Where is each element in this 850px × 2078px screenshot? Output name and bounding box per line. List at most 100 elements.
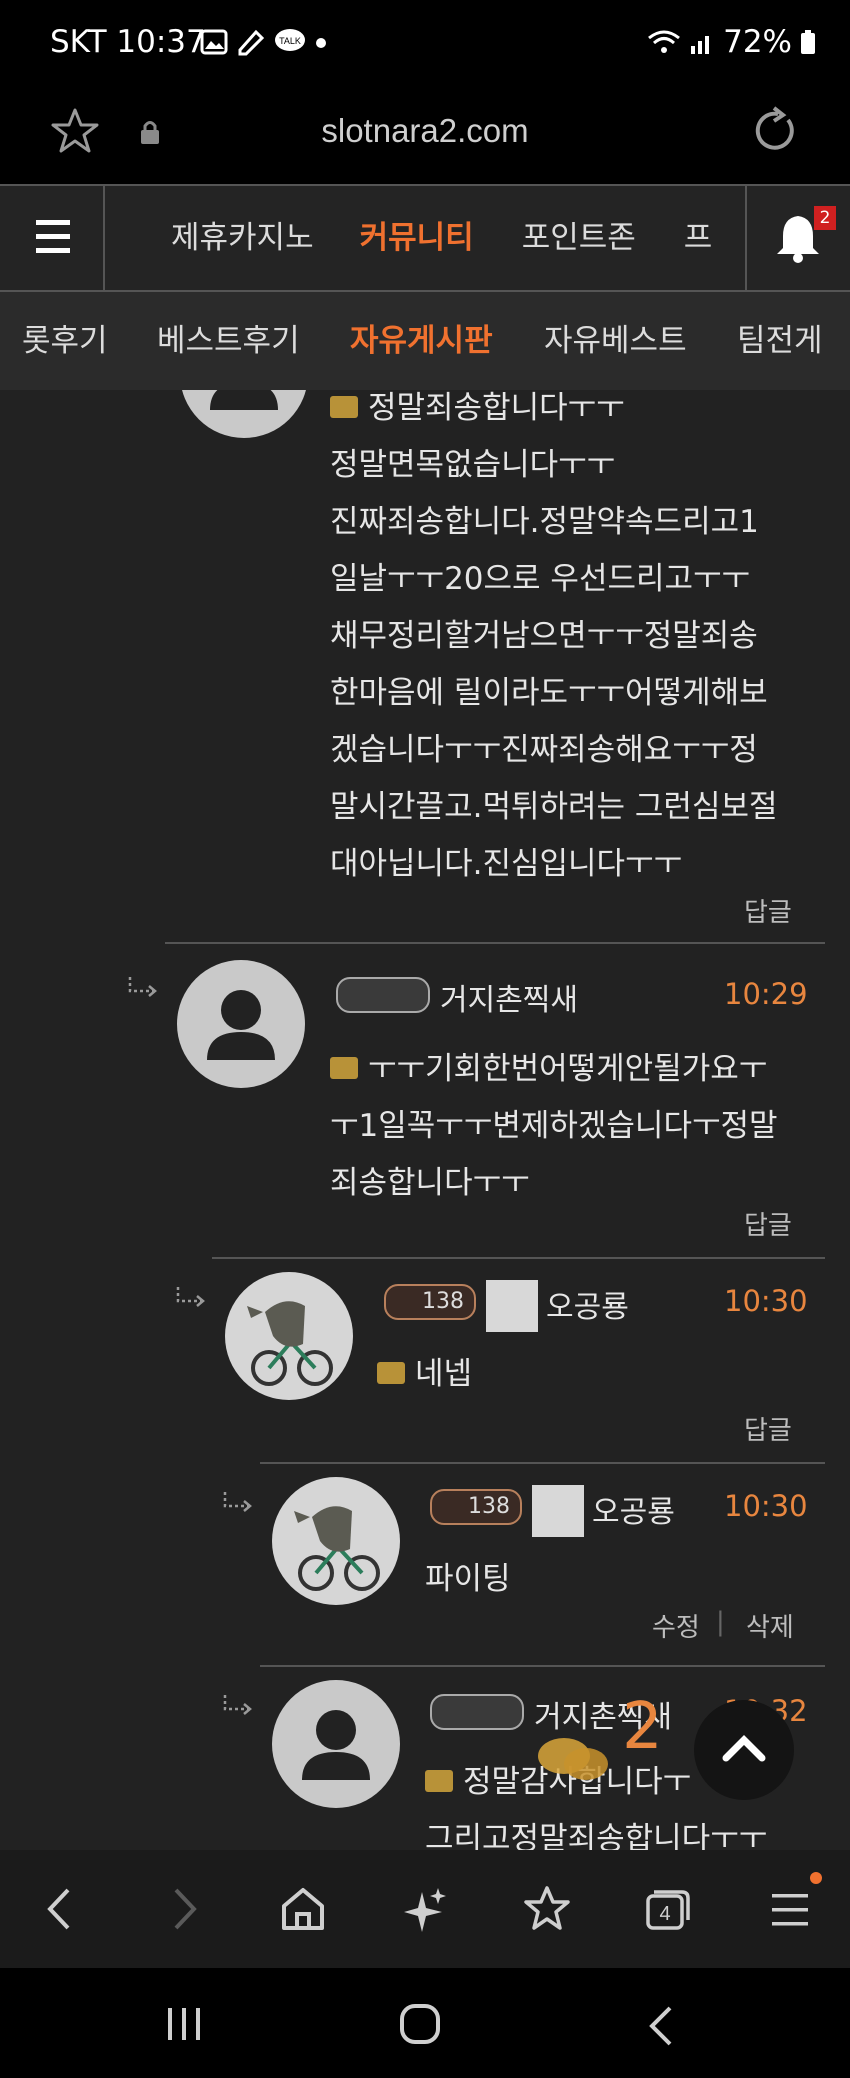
reply-arrow-icon xyxy=(223,1492,252,1512)
level-badge xyxy=(336,977,430,1013)
comment-item: 138 오공룡 10:30 파이팅 수정 | 삭제 xyxy=(0,1465,850,1665)
comment-item: 정말죄송합니다ㅜㅜ 정말면목없습니다ㅜㅜ 진짜죄송합니다.정말약속드리고1 일날… xyxy=(0,390,850,950)
secret-lock-icon xyxy=(425,1769,453,1792)
comment-line: 말시간끌고.먹튀하려는 그런심보절 xyxy=(330,789,778,825)
nav-item-point-zone[interactable]: 포인트존 xyxy=(522,186,636,290)
forward-icon[interactable] xyxy=(164,1884,204,1934)
default-user-icon xyxy=(210,390,278,410)
menu-alert-dot-icon xyxy=(810,1872,822,1884)
battery-icon xyxy=(801,30,815,54)
comment-line: 정말면목없습니다ㅜㅜ xyxy=(330,447,616,483)
recent-apps-icon[interactable] xyxy=(162,2004,206,2044)
comment-count[interactable]: 2 xyxy=(622,1690,663,1764)
status-right: 72% xyxy=(647,24,816,60)
battery-percent: 72% xyxy=(723,24,792,60)
nav-item-community[interactable]: 커뮤니티 xyxy=(360,186,474,290)
tab-slot-review[interactable]: 롯후기 xyxy=(22,292,108,390)
reply-arrow-icon xyxy=(128,977,157,997)
reply-arrow-icon xyxy=(223,1695,252,1715)
comment-time: 10:30 xyxy=(724,1489,808,1523)
comment-line: 파이팅 xyxy=(425,1561,511,1597)
comment-line: 채무정리할거남으면ㅜㅜ정말죄송 xyxy=(330,618,758,654)
user-icon-thumbnail xyxy=(532,1485,584,1537)
bookmarks-icon[interactable] xyxy=(522,1884,572,1934)
site-nav: 제휴카지노 커뮤니티 포인트존 프 2 xyxy=(0,184,850,292)
default-user-icon xyxy=(207,990,275,1060)
status-notification-icons: TALK xyxy=(200,28,328,56)
scroll-top-button[interactable] xyxy=(694,1700,794,1800)
browser-toolbar: 4 xyxy=(0,1850,850,1968)
status-bar: SKT 10:37 TALK 72% xyxy=(0,0,850,88)
svg-text:TALK: TALK xyxy=(279,36,301,46)
tab-best-review[interactable]: 베스트후기 xyxy=(157,292,300,390)
home-icon[interactable] xyxy=(280,1884,326,1934)
reply-button[interactable]: 답글 xyxy=(744,1410,792,1447)
comment-line: 한마음에 릴이라도ㅜㅜ어떻게해보 xyxy=(330,675,768,711)
secret-lock-icon xyxy=(330,395,358,418)
menu-icon[interactable] xyxy=(768,1884,812,1934)
comment-author[interactable]: 오공룡 xyxy=(546,1282,629,1326)
status-time: SKT 10:37 xyxy=(50,24,206,60)
wifi-icon xyxy=(648,30,681,53)
reply-button[interactable]: 답글 xyxy=(744,1205,792,1242)
comment-line: 대아닙니다.진심입니다ㅜㅜ xyxy=(330,846,683,882)
comment-line: 그리고정말죄송합니다ㅜㅜ xyxy=(425,1821,768,1850)
tab-free-best[interactable]: 자유베스트 xyxy=(544,292,687,390)
system-back-icon[interactable] xyxy=(642,2004,682,2048)
comment-body: 정말죄송합니다ㅜㅜ 정말면목없습니다ㅜㅜ 진짜죄송합니다.정말약속드리고1 일날… xyxy=(330,390,778,893)
avatar xyxy=(225,1272,353,1400)
url-bar: slotnara2.com xyxy=(0,88,850,184)
reply-button[interactable]: 답글 xyxy=(744,892,792,929)
comment-line: ㅜ1일꼭ㅜㅜ변제하겠습니다ㅜ정말 xyxy=(330,1108,778,1144)
talk-icon: TALK xyxy=(275,29,305,51)
tab-team-board[interactable]: 팀전게 xyxy=(737,292,823,390)
nav-item-more[interactable]: 프 xyxy=(684,186,713,290)
action-separator: | xyxy=(716,1607,725,1637)
signal-icon xyxy=(691,36,710,54)
comment-line: ㅜㅜ기회한번어떻게안될가요ㅜ xyxy=(330,1041,778,1098)
gallery-icon xyxy=(200,29,228,55)
comment-time: 10:30 xyxy=(724,1284,808,1318)
divider xyxy=(165,942,825,944)
secret-lock-icon xyxy=(330,1056,358,1079)
dot-icon xyxy=(316,38,326,48)
edit-button[interactable]: 수정 xyxy=(652,1607,700,1644)
svg-text:4: 4 xyxy=(659,1903,670,1925)
system-navigation xyxy=(0,1968,850,2078)
ai-sparkle-icon[interactable] xyxy=(402,1884,448,1934)
notification-button[interactable]: 2 xyxy=(745,186,850,290)
delete-button[interactable]: 삭제 xyxy=(746,1607,794,1644)
home-button-icon[interactable] xyxy=(398,2004,442,2044)
reload-icon[interactable] xyxy=(748,106,798,156)
comment-body: ㅜㅜ기회한번어떻게안될가요ㅜ ㅜ1일꼭ㅜㅜ변제하겠습니다ㅜ정말 죄송합니다ㅜㅜ xyxy=(330,1041,778,1212)
site-nav-items: 제휴카지노 커뮤니티 포인트존 프 xyxy=(105,186,745,290)
nav-item-partner-casino[interactable]: 제휴카지노 xyxy=(171,186,314,290)
dinosaur-bike-avatar-icon xyxy=(247,1301,333,1386)
avatar xyxy=(272,1477,400,1605)
comment-line: 진짜죄송합니다.정말약속드리고1 xyxy=(330,504,759,540)
user-icon-thumbnail xyxy=(486,1280,538,1332)
comment-author[interactable]: 오공룡 xyxy=(592,1487,675,1531)
url-domain[interactable]: slotnara2.com xyxy=(0,112,850,150)
avatar xyxy=(180,390,308,438)
comment-line: 정말죄송합니다ㅜㅜ xyxy=(330,390,778,437)
avatar xyxy=(177,960,305,1088)
comment-time: 10:29 xyxy=(724,977,808,1011)
tab-free-board[interactable]: 자유게시판 xyxy=(350,292,493,390)
back-icon[interactable] xyxy=(40,1884,80,1934)
hamburger-menu-button[interactable] xyxy=(0,186,105,290)
default-user-icon xyxy=(302,1710,370,1780)
divider xyxy=(260,1665,825,1667)
chevron-up-icon xyxy=(722,1735,766,1762)
edit-icon xyxy=(238,29,265,56)
divider xyxy=(212,1257,825,1259)
reply-arrow-icon xyxy=(176,1287,205,1307)
level-badge xyxy=(430,1694,524,1730)
comment-author[interactable]: 거지촌찍새 xyxy=(440,975,578,1019)
comment-bubble-icon[interactable] xyxy=(534,1730,614,1790)
tabs-icon[interactable]: 4 xyxy=(642,1884,692,1934)
comment-body: 파이팅 xyxy=(425,1551,511,1608)
comment-body: 네넵 xyxy=(377,1346,472,1403)
level-badge: 138 xyxy=(384,1284,476,1320)
secret-lock-icon xyxy=(377,1361,405,1384)
